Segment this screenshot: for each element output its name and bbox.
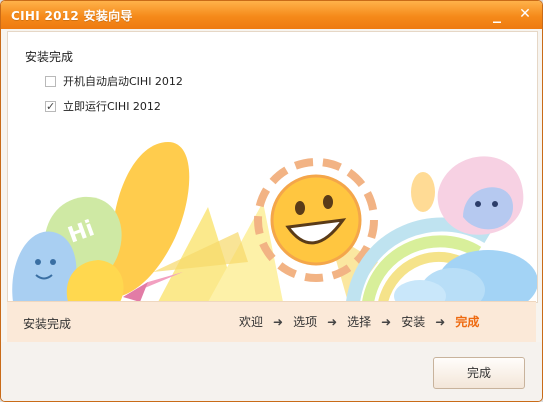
window-title: CIHI 2012 安装向导 [11, 9, 133, 23]
title-bar[interactable]: CIHI 2012 安装向导 _ ✕ [1, 1, 542, 29]
arrow-right-icon: ➜ [327, 314, 338, 329]
step-welcome: 欢迎 [239, 315, 264, 329]
step-finish: 完成 [455, 315, 480, 329]
arrow-right-icon: ➜ [273, 314, 284, 329]
decorative-artwork: Hi [12, 142, 537, 302]
wizard-steps: 欢迎 ➜ 选项 ➜ 选择 ➜ 安装 ➜ 完成 [239, 313, 479, 330]
installer-window: CIHI 2012 安装向导 _ ✕ 安装完成 开机自动启动CIHI 2012 … [0, 0, 543, 402]
autostart-label: 开机自动启动CIHI 2012 [63, 75, 183, 88]
step-bar: 安装完成 欢迎 ➜ 选项 ➜ 选择 ➜ 安装 ➜ 完成 [7, 301, 536, 342]
step-install: 安装 [401, 315, 426, 329]
step-select: 选择 [347, 315, 372, 329]
autostart-checkbox[interactable] [45, 75, 56, 87]
section-title: 安装完成 [25, 50, 74, 64]
minimize-icon[interactable]: _ [487, 5, 507, 25]
step-options: 选项 [293, 315, 318, 329]
status-text: 安装完成 [23, 317, 72, 331]
content-panel: 安装完成 开机自动启动CIHI 2012 ✓ 立即运行CIHI 2012 Hi [7, 31, 538, 303]
close-icon[interactable]: ✕ [515, 5, 535, 25]
button-footer: 完成 [1, 342, 542, 401]
arrow-right-icon: ➜ [381, 314, 392, 329]
autostart-option[interactable]: 开机自动启动CIHI 2012 [45, 73, 183, 89]
finish-button[interactable]: 完成 [433, 357, 525, 389]
arrow-right-icon: ➜ [435, 314, 446, 329]
run-now-checkbox[interactable]: ✓ [45, 100, 56, 112]
